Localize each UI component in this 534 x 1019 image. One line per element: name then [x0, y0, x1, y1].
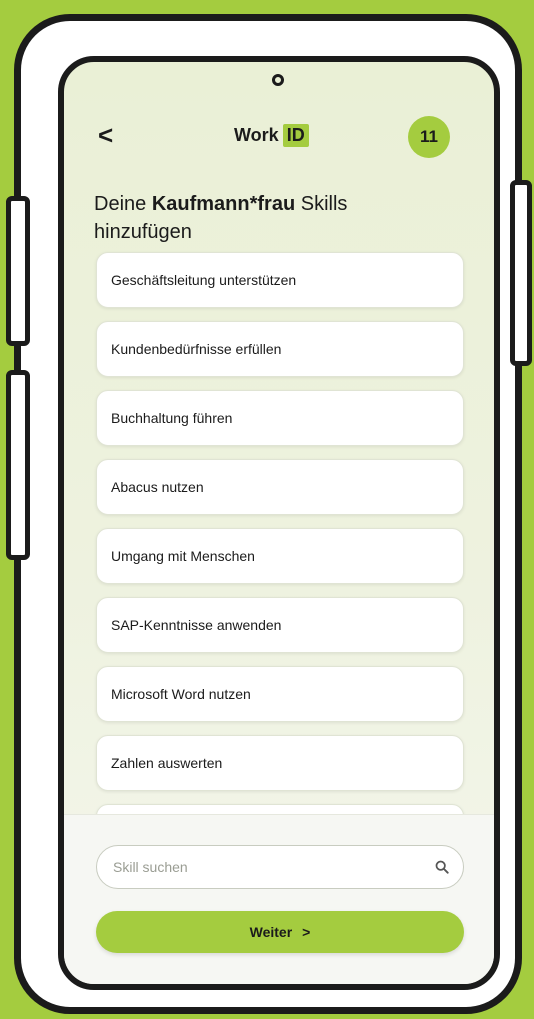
title-profession: Kaufmann*frau — [151, 193, 296, 215]
phone-side-button — [6, 196, 30, 346]
logo-work-text: Work — [234, 125, 279, 145]
phone-screen: < Work ID 11 Deine Kaufmann*frau Skills … — [58, 56, 500, 990]
skill-label: SAP-Kenntnisse anwenden — [111, 617, 282, 633]
skill-label: Umgang mit Menschen — [111, 548, 255, 564]
skill-item[interactable]: Buchhaltung führen — [96, 390, 464, 446]
skill-label: Abacus nutzen — [111, 479, 204, 495]
skill-item[interactable]: Abacus nutzen — [96, 459, 464, 515]
chevron-right-icon: > — [302, 924, 311, 940]
skill-label: Kundenbedürfnisse erfüllen — [111, 341, 282, 357]
skill-item[interactable]: Kundenbedürfnisse erfüllen — [96, 321, 464, 377]
skill-list: Geschäftsleitung unterstützen Kundenbedü… — [96, 252, 464, 873]
search-icon[interactable] — [435, 860, 449, 874]
page-title: Deine Kaufmann*frau Skills hinzufügen — [94, 190, 444, 246]
title-prefix: Deine — [94, 193, 152, 215]
skill-count-badge: 11 — [408, 116, 450, 158]
app-logo: Work ID — [234, 124, 309, 147]
skill-label: Zahlen auswerten — [111, 755, 223, 771]
phone-side-button — [510, 180, 532, 366]
continue-button[interactable]: Weiter > — [96, 911, 464, 953]
bottom-panel: Weiter > — [64, 814, 494, 984]
skill-item[interactable]: Microsoft Word nutzen — [96, 666, 464, 722]
skill-item[interactable]: Zahlen auswerten — [96, 735, 464, 791]
search-field[interactable] — [96, 845, 464, 889]
continue-label: Weiter — [249, 924, 293, 940]
skill-item[interactable]: Umgang mit Menschen — [96, 528, 464, 584]
chevron-left-icon: < — [98, 120, 114, 150]
skill-label: Geschäftsleitung unterstützen — [111, 272, 297, 288]
camera — [272, 74, 284, 86]
logo-id-text: ID — [282, 124, 309, 147]
skill-item[interactable]: SAP-Kenntnisse anwenden — [96, 597, 464, 653]
phone-side-button — [6, 370, 30, 560]
skill-label: Microsoft Word nutzen — [111, 686, 251, 702]
skill-label: Buchhaltung führen — [111, 410, 233, 426]
skill-item[interactable]: Geschäftsleitung unterstützen — [96, 252, 464, 308]
search-input[interactable] — [111, 858, 435, 876]
back-button[interactable]: < — [98, 120, 113, 151]
